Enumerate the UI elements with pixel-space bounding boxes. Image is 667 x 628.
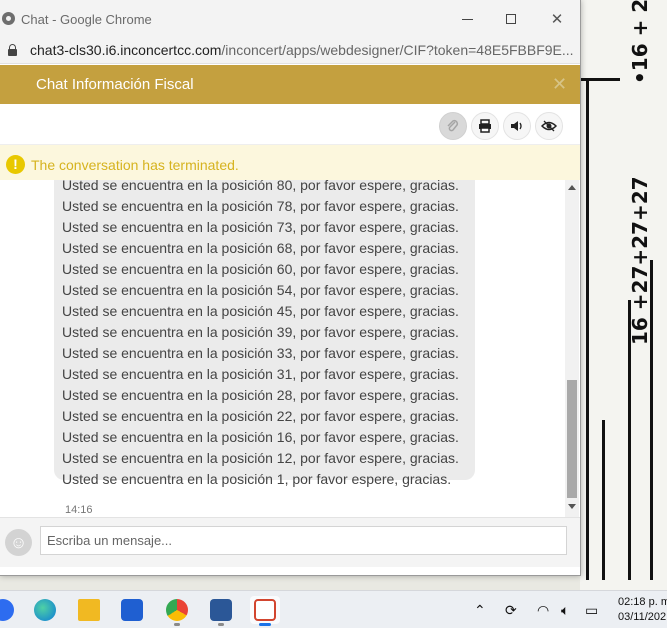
message-input[interactable]	[40, 526, 567, 555]
message-line: Usted se encuentra en la posición 73, po…	[62, 219, 459, 235]
message-line: Usted se encuentra en la posición 31, po…	[62, 366, 459, 382]
message-line: Usted se encuentra en la posición 68, po…	[62, 240, 459, 256]
emoji-button[interactable]: ☺	[5, 529, 32, 556]
notice-text: The conversation has terminated.	[31, 157, 239, 173]
taskbar-snipping-tool[interactable]	[250, 596, 280, 626]
sync-icon[interactable]: ⟳	[505, 602, 517, 619]
window-title: Chat - Google Chrome	[21, 12, 152, 27]
message-line: Usted se encuentra en la posición 1, por…	[62, 471, 452, 487]
message-line: Usted se encuentra en la posición 39, po…	[62, 324, 459, 340]
minimize-icon	[461, 18, 473, 20]
lock-icon[interactable]	[8, 44, 17, 56]
title-bar: Chat - Google Chrome ✕	[0, 0, 580, 38]
clock-time: 02:18 p. m.	[618, 596, 667, 608]
print-icon	[479, 119, 491, 133]
clock-date: 03/11/202	[618, 611, 667, 623]
taskbar-word[interactable]	[206, 596, 236, 626]
address-bar[interactable]: chat3-cls30.i6.inconcertcc.com/inconcert…	[0, 38, 580, 64]
message-line: Usted se encuentra en la posición 33, po…	[62, 345, 459, 361]
message-line: Usted se encuentra en la posición 60, po…	[62, 261, 459, 277]
eye-icon	[541, 120, 557, 132]
compose-bar: ☺	[0, 517, 580, 567]
chrome-window: Chat - Google Chrome ✕ chat3-cls30.i6.in…	[0, 0, 581, 576]
visibility-button[interactable]	[535, 112, 563, 140]
paperclip-icon	[447, 119, 459, 132]
messages-panel[interactable]: Usted se encuentra en la posición 80, po…	[0, 180, 565, 517]
message-line: Usted se encuentra en la posición 54, po…	[62, 282, 459, 298]
chat-header: Chat Información Fiscal ✕	[0, 65, 580, 104]
chat-toolbar	[0, 104, 580, 145]
word-icon	[210, 599, 232, 621]
close-window-button[interactable]: ✕	[544, 8, 570, 30]
volume-tray-icon[interactable]: 🔈︎	[561, 602, 569, 619]
maximize-button[interactable]	[498, 8, 524, 30]
minimize-button[interactable]	[454, 8, 480, 30]
sound-button[interactable]	[503, 112, 531, 140]
url-text[interactable]: chat3-cls30.i6.inconcertcc.com/inconcert…	[30, 42, 575, 58]
taskbar-store[interactable]	[117, 596, 147, 624]
message-line: Usted se encuentra en la posición 12, po…	[62, 450, 459, 466]
warning-icon: !	[6, 155, 25, 174]
sketch-text-2: 16 +27+27+27	[628, 176, 652, 345]
print-button[interactable]	[471, 112, 499, 140]
chat-close-button[interactable]: ✕	[552, 74, 567, 95]
url-path: /inconcert/apps/webdesigner/CIF?token=48…	[221, 42, 574, 58]
file-explorer-icon	[78, 599, 100, 621]
message-line: Usted se encuentra en la posición 28, po…	[62, 387, 459, 403]
message-timestamp: 14:16	[65, 504, 93, 516]
edge-icon	[34, 599, 56, 621]
clock[interactable]: 02:18 p. m. 03/11/202	[618, 595, 667, 625]
taskbar-edge[interactable]	[30, 596, 60, 624]
store-icon	[121, 599, 143, 621]
attach-button[interactable]	[439, 112, 467, 140]
scroll-up-arrow-icon[interactable]	[568, 185, 576, 190]
smiley-icon: ☺	[9, 532, 28, 552]
chat-title: Chat Información Fiscal	[36, 76, 194, 93]
volume-icon	[511, 121, 522, 131]
snipping-tool-icon	[254, 599, 276, 621]
show-hidden-icons-chevron-icon[interactable]: ⌃	[474, 602, 486, 619]
taskbar-chrome[interactable]	[162, 596, 192, 626]
chrome-icon	[166, 599, 188, 621]
messages-scrollbar[interactable]	[565, 180, 579, 517]
scroll-thumb[interactable]	[567, 380, 577, 498]
taskbar-zoom[interactable]	[0, 596, 18, 624]
chrome-app-icon	[2, 12, 15, 25]
conversation-notice: ! The conversation has terminated.	[0, 145, 580, 180]
close-icon: ✕	[550, 11, 564, 28]
message-line: Usted se encuentra en la posición 78, po…	[62, 198, 459, 214]
message-bubble: Usted se encuentra en la posición 80, po…	[54, 180, 475, 487]
message-line: Usted se encuentra en la posición 16, po…	[62, 429, 459, 445]
taskbar-file-explorer[interactable]	[74, 596, 104, 624]
maximize-icon	[506, 14, 516, 24]
sketch-text-1: •16 + 2	[628, 0, 652, 84]
background-sketch: •16 + 2 16 +27+27+27	[580, 0, 667, 590]
zoom-icon	[0, 599, 14, 621]
taskbar: ⌃ ⟳ ◠ 🔈︎ ▭ 02:18 p. m. 03/11/202	[0, 590, 667, 628]
message-line: Usted se encuentra en la posición 45, po…	[62, 303, 459, 319]
wifi-icon[interactable]: ◠	[537, 602, 549, 619]
message-line: Usted se encuentra en la posición 80, po…	[62, 180, 459, 193]
scroll-down-arrow-icon[interactable]	[568, 504, 576, 509]
url-host: chat3-cls30.i6.inconcertcc.com	[30, 42, 222, 58]
message-line: Usted se encuentra en la posición 22, po…	[62, 408, 459, 424]
battery-icon[interactable]: ▭	[585, 602, 598, 619]
